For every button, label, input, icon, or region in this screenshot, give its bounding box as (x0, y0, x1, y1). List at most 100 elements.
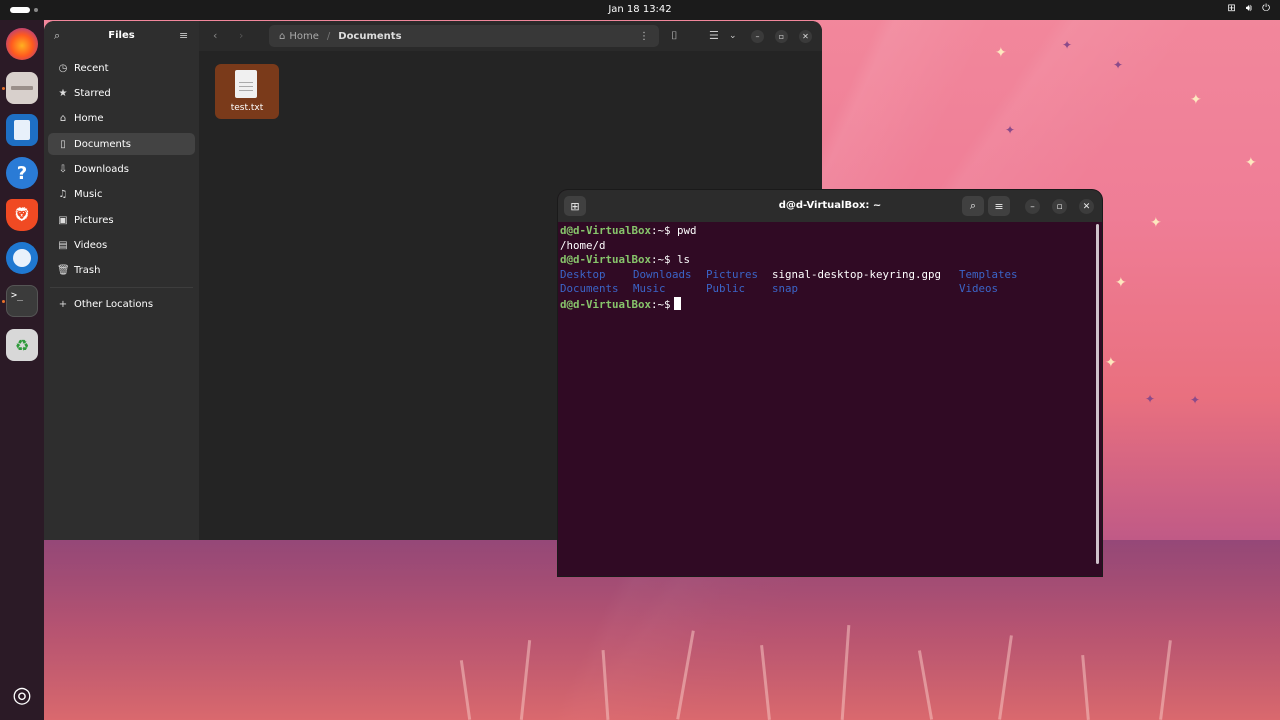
trash-icon: 🗑︎ (57, 264, 70, 276)
terminal-line: /home/d (560, 238, 606, 252)
picture-icon: ▣ (58, 214, 68, 226)
sidebar-item-label: Downloads (74, 163, 129, 175)
sidebar-item-videos[interactable]: ▤ Videos (48, 234, 195, 256)
maximize-button[interactable]: ▫ (1052, 199, 1067, 214)
sidebar-item-label: Home (74, 112, 104, 124)
sidebar-item-music[interactable]: ♫ Music (48, 183, 195, 205)
prompt-suffix: :~$ (651, 224, 671, 237)
system-tray[interactable]: ⊞ 🔊︎ ⏻ (1227, 3, 1270, 14)
prompt-user: d@d-VirtualBox (560, 253, 652, 267)
path-home[interactable]: Home (289, 31, 319, 42)
trash-icon[interactable]: ♻ (6, 329, 38, 361)
sidebar-item-recent[interactable]: ◷ Recent (48, 57, 195, 79)
brave-icon[interactable]: 🦁︎ (6, 199, 38, 231)
show-apps-icon[interactable]: ◎ (6, 679, 38, 711)
home-icon: ⌂ (59, 112, 67, 124)
ls-entry: Public (706, 282, 746, 296)
terminal-output[interactable]: d@d-VirtualBox:~$ pwd /home/d d@d-Virtua… (560, 224, 1090, 574)
ls-entry: Music (633, 282, 666, 296)
thunderbird-icon[interactable] (6, 242, 38, 274)
sparkle-icon: ✦ (995, 45, 1007, 61)
sparkle-icon: ✦ (1245, 155, 1257, 171)
close-button[interactable]: ✕ (1079, 199, 1094, 214)
ls-entry: Downloads (633, 267, 692, 281)
terminal-icon[interactable]: >_ (6, 285, 38, 317)
sidebar-item-label: Pictures (74, 214, 114, 226)
command-text: pwd (670, 224, 697, 237)
path-current[interactable]: Documents (338, 31, 401, 42)
files-header-bar: ‹ › ⌂ Home / Documents ⋮ ⌷ ☰ ⌄ – ▫ ✕ (199, 21, 822, 51)
scrollbar[interactable] (1096, 224, 1099, 564)
star-icon: ✦ (1005, 123, 1016, 137)
sidebar-item-starred[interactable]: ★ Starred (48, 82, 195, 104)
ls-output-row: Desktop Downloads Pictures signal-deskto… (560, 268, 1090, 283)
plus-icon: + (58, 298, 68, 310)
star-icon: ★ (58, 87, 68, 99)
prompt-suffix: :~$ (651, 253, 671, 267)
sidebar-item-label: Videos (74, 239, 108, 251)
more-options-icon[interactable]: ⋮ (639, 31, 649, 42)
files-sidebar: ⌕ Files ≡ ◷ Recent ★ Starred ⌂ Home ▯ Docume… (44, 21, 199, 540)
maximize-button[interactable]: ▫ (775, 30, 788, 43)
back-button[interactable]: ‹ (213, 29, 217, 42)
power-icon: ⏻ (1262, 3, 1270, 14)
sidebar-item-label: Other Locations (74, 298, 154, 310)
minimize-button[interactable]: – (1025, 199, 1040, 214)
prompt-user: d@d-VirtualBox (560, 224, 652, 237)
help-icon[interactable]: ? (6, 157, 38, 189)
sparkle-icon: ✦ (1115, 275, 1127, 291)
music-icon: ♫ (58, 188, 68, 200)
camera-icon[interactable]: ⌷ (671, 29, 678, 43)
chevron-down-icon[interactable]: ⌄ (729, 31, 737, 41)
star-icon: ✦ (1145, 392, 1156, 406)
path-bar[interactable]: ⌂ Home / Documents ⋮ (269, 25, 659, 47)
minimize-button[interactable]: – (751, 30, 764, 43)
running-indicator (2, 87, 5, 90)
list-view-icon[interactable]: ☰ (709, 29, 719, 42)
sidebar-header: ⌕ Files ≡ (44, 21, 199, 51)
sidebar-item-pictures[interactable]: ▣ Pictures (48, 209, 195, 231)
sidebar-item-label: Music (74, 188, 103, 200)
download-icon: ⇩ (58, 163, 68, 175)
sidebar-item-label: Starred (74, 87, 111, 99)
sidebar-item-trash[interactable]: 🗑︎ Trash (48, 259, 195, 281)
clock[interactable]: Jan 18 13:42 (0, 4, 1280, 15)
sidebar-title: Files (108, 30, 135, 41)
network-icon: ⊞ (1227, 3, 1236, 14)
firefox-icon[interactable] (6, 28, 38, 60)
terminal-header-bar: ⊞ d@d-VirtualBox: ~ ⌕ ≡ – ▫ ✕ (558, 190, 1102, 222)
sidebar-item-other-locations[interactable]: + Other Locations (48, 293, 195, 315)
terminal-line: d@d-VirtualBox:~$ ls (560, 253, 1090, 268)
sidebar-item-label: Trash (74, 264, 101, 276)
sidebar-item-home[interactable]: ⌂ Home (48, 107, 195, 129)
files-icon[interactable] (6, 72, 38, 104)
clock-icon: ◷ (58, 62, 68, 74)
forward-button[interactable]: › (239, 29, 243, 42)
file-name: test.txt (230, 103, 264, 113)
sidebar-item-documents[interactable]: ▯ Documents (48, 133, 195, 155)
file-item[interactable]: test.txt (215, 64, 279, 119)
prompt-suffix: :~$ (651, 297, 671, 311)
video-icon: ▤ (58, 239, 68, 251)
command-text: ls (670, 253, 691, 267)
top-bar: Jan 18 13:42 ⊞ 🔊︎ ⏻ (0, 0, 1280, 20)
ls-entry: Pictures (706, 267, 759, 281)
path-separator: / (326, 30, 331, 42)
text-file-icon (235, 70, 257, 98)
sidebar-item-label: Documents (74, 138, 132, 150)
ls-entry: signal-desktop-keyring.gpg (772, 267, 942, 281)
writer-icon[interactable] (6, 114, 38, 146)
star-icon: ✦ (1113, 58, 1124, 72)
ls-entry: Videos (959, 282, 999, 296)
menu-button[interactable]: ≡ (988, 196, 1010, 216)
star-icon: ✦ (1190, 393, 1201, 407)
search-button[interactable]: ⌕ (962, 196, 984, 216)
terminal-line: d@d-VirtualBox:~$ pwd (560, 224, 1090, 239)
sparkle-icon: ✦ (1190, 92, 1202, 108)
menu-icon[interactable]: ≡ (179, 29, 188, 42)
star-icon: ✦ (1062, 38, 1073, 52)
sparkle-icon: ✦ (1105, 355, 1117, 371)
sidebar-item-downloads[interactable]: ⇩ Downloads (48, 158, 195, 180)
terminal-window: ⊞ d@d-VirtualBox: ~ ⌕ ≡ – ▫ ✕ d@d-Virtua… (558, 190, 1102, 576)
close-button[interactable]: ✕ (799, 30, 812, 43)
